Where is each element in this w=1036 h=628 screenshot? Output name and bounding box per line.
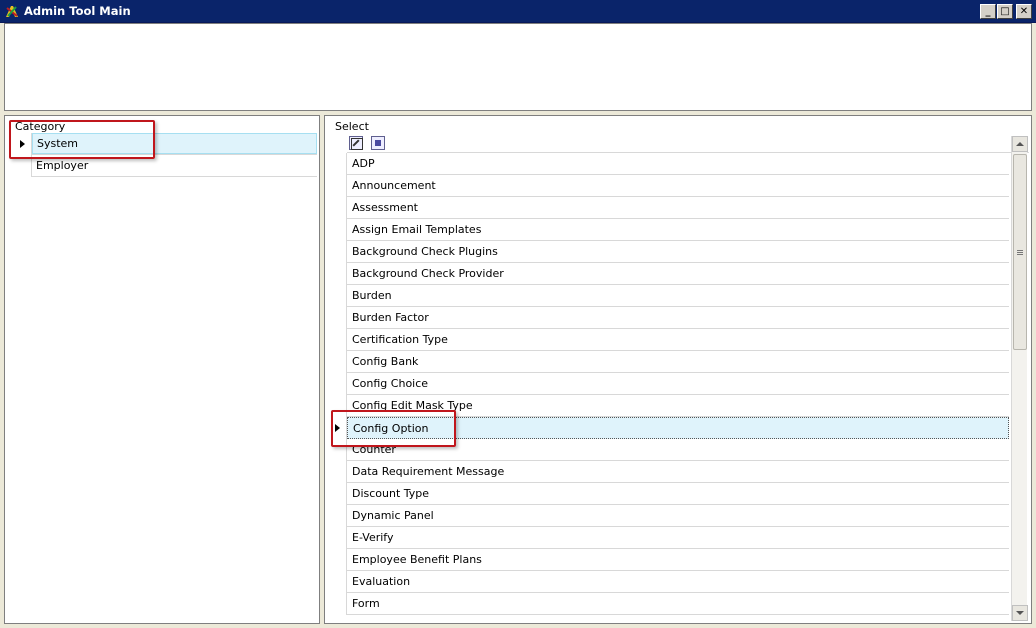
- select-cell[interactable]: Burden: [347, 285, 1009, 307]
- app-icon: [4, 3, 20, 19]
- row-header[interactable]: [329, 241, 347, 263]
- select-cell[interactable]: E-Verify: [347, 527, 1009, 549]
- row-header[interactable]: [329, 395, 347, 417]
- select-row[interactable]: Background Check Plugins: [329, 241, 1029, 263]
- row-header[interactable]: [329, 593, 347, 615]
- category-cell[interactable]: System: [32, 133, 317, 154]
- select-all-icon[interactable]: [349, 135, 363, 150]
- select-row[interactable]: Burden: [329, 285, 1029, 307]
- row-header[interactable]: [13, 154, 32, 177]
- category-caption: Category: [14, 120, 67, 133]
- select-group: Select ADP Announcement Assessment Assign E…: [324, 115, 1032, 624]
- category-group: Category System Employer: [4, 115, 320, 624]
- select-cell[interactable]: Dynamic Panel: [347, 505, 1009, 527]
- select-cell[interactable]: Form: [347, 593, 1009, 615]
- select-cell[interactable]: Assign Email Templates: [347, 219, 1009, 241]
- select-rows: ADP Announcement Assessment Assign Email Te…: [329, 153, 1029, 615]
- select-row[interactable]: Config Option: [329, 417, 1029, 439]
- select-row[interactable]: Evaluation: [329, 571, 1029, 593]
- row-header[interactable]: [329, 549, 347, 571]
- select-row[interactable]: Config Choice: [329, 373, 1029, 395]
- row-header[interactable]: [329, 373, 347, 395]
- row-header[interactable]: [329, 417, 347, 439]
- row-header[interactable]: [329, 527, 347, 549]
- row-header[interactable]: [329, 439, 347, 461]
- maximize-button[interactable]: □: [997, 4, 1013, 19]
- select-cell[interactable]: Background Check Plugins: [347, 241, 1009, 263]
- select-cell[interactable]: Burden Factor: [347, 307, 1009, 329]
- select-row[interactable]: Background Check Provider: [329, 263, 1029, 285]
- row-header[interactable]: [329, 197, 347, 219]
- select-cell[interactable]: Assessment: [347, 197, 1009, 219]
- select-cell[interactable]: Config Edit Mask Type: [347, 395, 1009, 417]
- window-controls: _ □ ✕: [980, 4, 1032, 19]
- select-cell[interactable]: Counter: [347, 439, 1009, 461]
- row-header[interactable]: [329, 483, 347, 505]
- row-header[interactable]: [329, 263, 347, 285]
- scroll-down-button[interactable]: [1012, 605, 1028, 621]
- select-row[interactable]: ADP: [329, 153, 1029, 175]
- select-cell[interactable]: Config Choice: [347, 373, 1009, 395]
- close-button[interactable]: ✕: [1016, 4, 1032, 19]
- row-header[interactable]: [329, 505, 347, 527]
- select-cell[interactable]: Data Requirement Message: [347, 461, 1009, 483]
- maximize-icon: □: [1000, 5, 1010, 17]
- row-header[interactable]: [329, 461, 347, 483]
- select-row[interactable]: Config Edit Mask Type: [329, 395, 1029, 417]
- select-row[interactable]: Employee Benefit Plans: [329, 549, 1029, 571]
- select-row[interactable]: Discount Type: [329, 483, 1029, 505]
- select-cell[interactable]: Config Bank: [347, 351, 1009, 373]
- select-grid[interactable]: ADP Announcement Assessment Assign Email Te…: [329, 133, 1029, 621]
- row-header[interactable]: [329, 285, 347, 307]
- chevron-up-icon: [1016, 142, 1024, 146]
- select-row[interactable]: Assign Email Templates: [329, 219, 1029, 241]
- select-cell[interactable]: Config Option: [347, 417, 1009, 439]
- category-row[interactable]: Employer: [13, 154, 317, 177]
- category-row[interactable]: System: [13, 132, 317, 155]
- select-row[interactable]: Counter: [329, 439, 1029, 461]
- select-row[interactable]: E-Verify: [329, 527, 1029, 549]
- close-icon: ✕: [1019, 5, 1029, 17]
- select-row[interactable]: Assessment: [329, 197, 1029, 219]
- scroll-thumb[interactable]: [1013, 154, 1027, 350]
- grip-icon: [1017, 249, 1023, 255]
- row-header[interactable]: [329, 571, 347, 593]
- select-row[interactable]: Burden Factor: [329, 307, 1029, 329]
- top-panel: [4, 23, 1032, 111]
- select-grid-header: [347, 133, 1029, 153]
- window-title: Admin Tool Main: [24, 4, 131, 18]
- current-row-arrow-icon: [19, 139, 25, 148]
- row-header[interactable]: [329, 351, 347, 373]
- select-row[interactable]: Dynamic Panel: [329, 505, 1029, 527]
- minimize-button[interactable]: _: [980, 4, 996, 19]
- scroll-up-button[interactable]: [1012, 136, 1028, 152]
- select-row[interactable]: Form: [329, 593, 1029, 615]
- category-grid[interactable]: System Employer: [13, 132, 317, 177]
- title-bar[interactable]: Admin Tool Main _ □ ✕: [0, 0, 1036, 23]
- category-cell[interactable]: Employer: [32, 155, 317, 176]
- select-cell[interactable]: Certification Type: [347, 329, 1009, 351]
- select-row[interactable]: Data Requirement Message: [329, 461, 1029, 483]
- select-row[interactable]: Announcement: [329, 175, 1029, 197]
- chevron-down-icon: [1016, 611, 1024, 615]
- select-cell[interactable]: Evaluation: [347, 571, 1009, 593]
- vertical-scrollbar[interactable]: [1011, 136, 1028, 621]
- select-cell[interactable]: Discount Type: [347, 483, 1009, 505]
- row-header[interactable]: [329, 175, 347, 197]
- select-cell[interactable]: ADP: [347, 153, 1009, 175]
- row-header[interactable]: [329, 153, 347, 175]
- row-header[interactable]: [329, 329, 347, 351]
- current-row-arrow-icon: [335, 424, 340, 432]
- select-none-icon[interactable]: [371, 135, 385, 150]
- row-header[interactable]: [329, 307, 347, 329]
- select-cell[interactable]: Employee Benefit Plans: [347, 549, 1009, 571]
- select-row[interactable]: Config Bank: [329, 351, 1029, 373]
- select-row[interactable]: Certification Type: [329, 329, 1029, 351]
- row-header[interactable]: [329, 219, 347, 241]
- row-header[interactable]: [13, 132, 32, 155]
- select-cell[interactable]: Announcement: [347, 175, 1009, 197]
- select-caption: Select: [334, 120, 370, 133]
- select-cell[interactable]: Background Check Provider: [347, 263, 1009, 285]
- minimize-icon: _: [985, 5, 991, 17]
